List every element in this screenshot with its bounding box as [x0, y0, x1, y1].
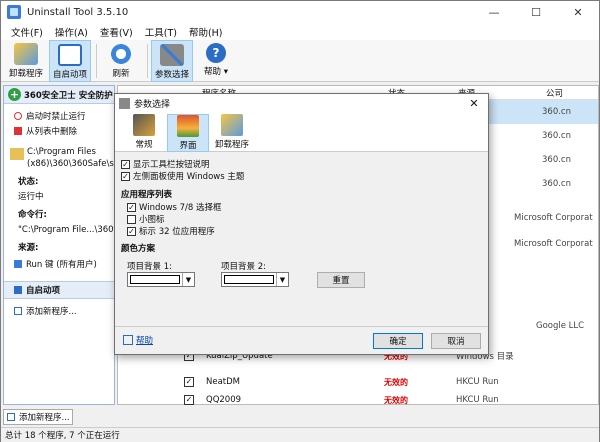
checkbox[interactable]	[127, 214, 136, 224]
toolbar-separator	[147, 44, 148, 78]
color-scheme-heading: 颜色方案	[121, 244, 156, 254]
status-bar: 总计 18 个程序, 7 个正在运行	[1, 427, 599, 442]
help-icon: ?	[206, 43, 226, 63]
folder-icon	[10, 148, 24, 160]
bg1-label: 项目背景 1:	[127, 262, 172, 272]
cancel-button[interactable]: 取消	[431, 333, 481, 349]
option-small-icons[interactable]: 小图标	[127, 213, 488, 225]
table-row[interactable]: ✓ QQ2009 无效的 HKCU Run	[118, 394, 598, 406]
close-button[interactable]: ✕	[557, 1, 599, 23]
general-icon	[133, 114, 155, 136]
delete-icon	[14, 126, 22, 135]
row-checkbox[interactable]: ✓	[184, 395, 194, 405]
disable-startup-action[interactable]: 启动时禁止运行	[4, 108, 114, 123]
maximize-button[interactable]: ☐	[515, 1, 557, 23]
run-icon	[14, 259, 22, 268]
chevron-down-icon: ▼	[182, 273, 194, 286]
source-label: 来源:	[18, 243, 39, 253]
toolbar-startup-button[interactable]: 自启动项	[49, 40, 91, 82]
settings-icon	[160, 44, 184, 66]
window-title: Uninstall Tool 3.5.10	[27, 6, 129, 18]
menu-tools[interactable]: 工具(T)	[139, 25, 183, 39]
left-panel-heading: + 360安全卫士 安全防护	[4, 86, 114, 104]
path-line-2: (x86)\360\360Safe\sa	[27, 159, 119, 169]
block-icon	[14, 111, 22, 120]
left-panel: + 360安全卫士 安全防护 启动时禁止运行 从列表中删除 C:\Program…	[3, 85, 119, 405]
option-windows-checkboxes[interactable]: ✓ Windows 7/8 选择框	[127, 201, 488, 213]
tab-uninstaller[interactable]: 卸载程序	[211, 114, 253, 152]
startup-icon	[58, 44, 82, 66]
option-left-panel-theme[interactable]: ✓ 左侧面板使用 Windows 主题	[121, 170, 488, 182]
state-label: 状态:	[18, 177, 39, 187]
command-label: 命令行:	[18, 210, 47, 220]
help-icon	[123, 335, 133, 345]
dialog-tabs: 常规 界面 卸载程序	[115, 112, 488, 152]
chevron-down-icon: ▼	[276, 273, 288, 286]
toolbar-help-button[interactable]: ? 帮助 ▾	[195, 40, 237, 82]
toolbar: 卸载程序 自启动项 刷新 参数选择 ? 帮助 ▾	[1, 40, 599, 82]
toolbar-refresh-button[interactable]: 刷新	[100, 40, 142, 82]
bg2-label: 项目背景 2:	[221, 262, 266, 272]
checkbox[interactable]: ✓	[121, 159, 130, 169]
toolbar-separator	[96, 44, 97, 78]
dialog-divider	[115, 326, 488, 327]
startup-section-heading: 自启动项	[4, 281, 114, 299]
option-toolbar-captions[interactable]: ✓ 显示工具栏按钮说明	[121, 158, 488, 170]
ok-button[interactable]: 确定	[373, 333, 423, 349]
add-icon	[14, 306, 22, 315]
remove-from-list-action[interactable]: 从列表中删除	[4, 123, 114, 138]
add-icon	[7, 413, 15, 421]
uninstall-icon	[14, 43, 38, 65]
checkbox[interactable]: ✓	[121, 171, 130, 181]
tab-interface[interactable]: 界面	[167, 114, 209, 152]
plus-icon: +	[8, 88, 21, 101]
menu-file[interactable]: 文件(F)	[5, 25, 49, 39]
source-value: Run 键 (所有用户)	[4, 256, 114, 271]
minimize-button[interactable]: —	[473, 1, 515, 23]
toolbar-uninstall-button[interactable]: 卸载程序	[5, 40, 47, 82]
menu-view[interactable]: 查看(V)	[94, 25, 139, 39]
command-value: "C:\Program File...\360tra	[18, 225, 114, 235]
state-value: 运行中	[18, 192, 44, 202]
app-icon	[7, 5, 21, 19]
refresh-icon	[109, 43, 133, 65]
title-bar: Uninstall Tool 3.5.10 — ☐ ✕	[1, 1, 599, 23]
column-company[interactable]: 公司	[546, 87, 563, 99]
bg1-color-picker[interactable]: ▼	[127, 272, 195, 287]
app-list-heading: 应用程序列表	[121, 190, 173, 200]
dialog-close-button[interactable]: ✕	[460, 97, 488, 110]
path-line-1: C:\Program Files	[27, 147, 96, 157]
reset-button[interactable]: 重置	[317, 272, 365, 288]
uninstaller-icon	[221, 114, 243, 136]
tab-general[interactable]: 常规	[123, 114, 165, 152]
interface-icon	[177, 115, 199, 137]
checkbox[interactable]: ✓	[127, 202, 136, 212]
checkbox[interactable]: ✓	[127, 226, 136, 236]
startup-section-icon	[14, 286, 22, 294]
status-text: 总计 18 个程序, 7 个正在运行	[5, 431, 120, 441]
preferences-dialog: 参数选择 ✕ 常规 界面 卸载程序 ✓ 显示工具栏按钮说明 ✓ 左侧面板使用 W…	[114, 93, 489, 355]
menu-action[interactable]: 操作(A)	[49, 25, 94, 39]
toolbar-settings-button[interactable]: 参数选择	[151, 40, 193, 82]
main-window: Uninstall Tool 3.5.10 — ☐ ✕ 文件(F) 操作(A) …	[0, 0, 600, 442]
bg2-color-picker[interactable]: ▼	[221, 272, 289, 287]
dialog-title: 参数选择	[134, 99, 171, 110]
row-checkbox[interactable]: ✓	[184, 377, 194, 387]
menu-help[interactable]: 帮助(H)	[183, 25, 229, 39]
menu-bar: 文件(F) 操作(A) 查看(V) 工具(T) 帮助(H)	[1, 23, 599, 40]
option-mark-32bit[interactable]: ✓ 标示 32 位应用程序	[127, 225, 488, 237]
dialog-help-link[interactable]: 帮助	[123, 334, 153, 346]
add-program-button[interactable]: 添加新程序...	[3, 409, 73, 425]
table-row[interactable]: ✓ NeatDM 无效的 HKCU Run	[118, 370, 598, 394]
dialog-title-bar: 参数选择 ✕	[115, 94, 488, 112]
add-new-program-link[interactable]: 添加新程序...	[4, 303, 114, 318]
settings-icon	[119, 97, 130, 109]
